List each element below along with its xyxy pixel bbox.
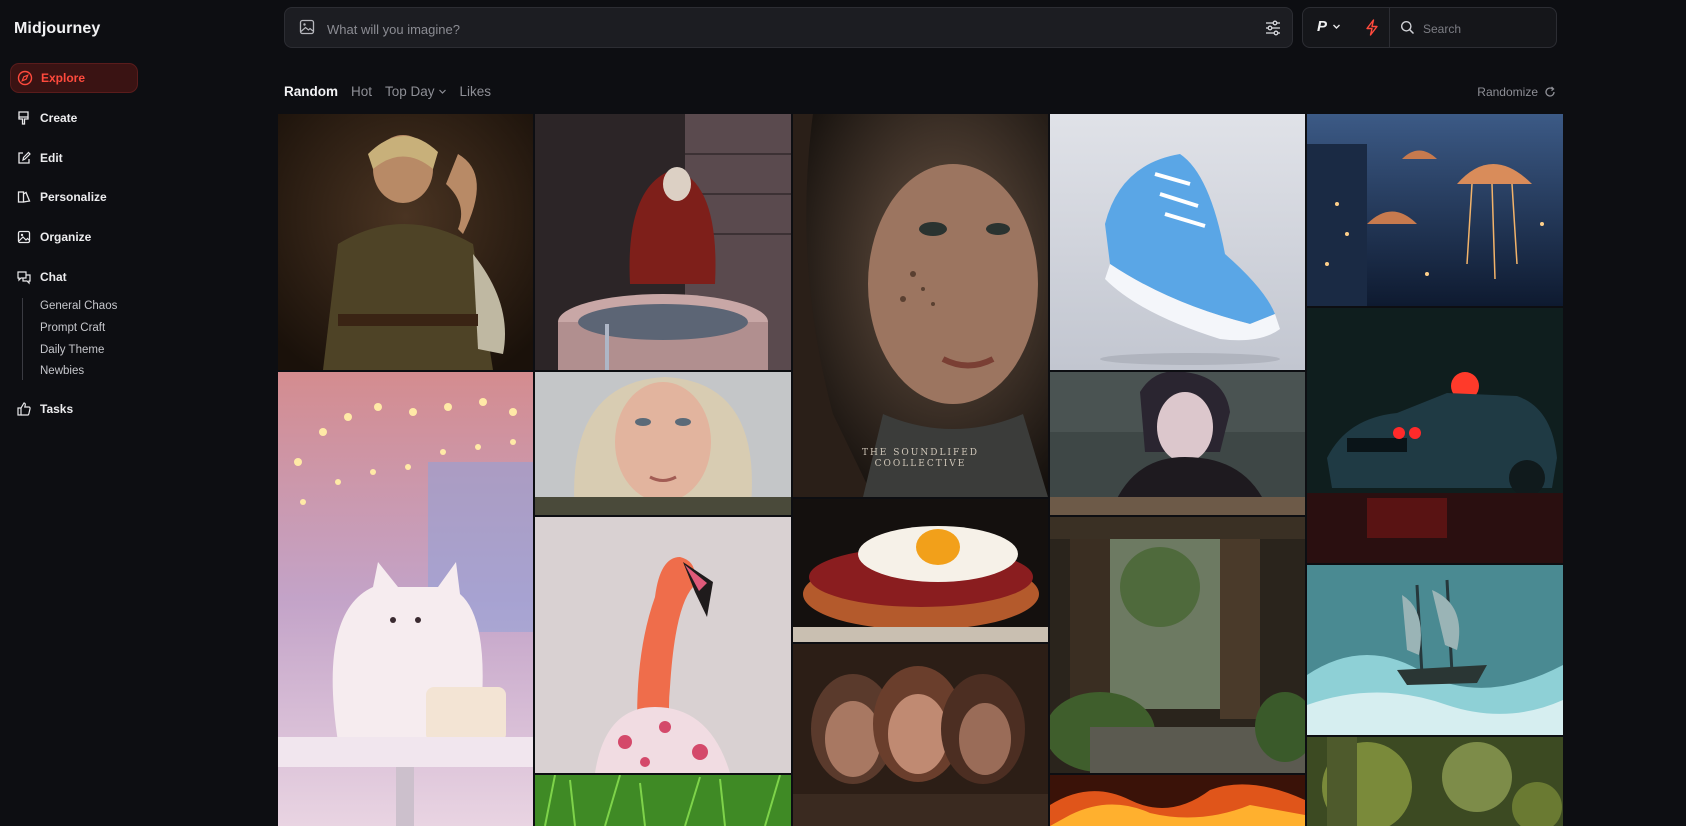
toolbar-divider [1389, 8, 1390, 47]
feed-tabs: Random Hot Top Day Likes [284, 84, 491, 99]
refresh-icon [1545, 86, 1555, 97]
tab-likes-label: Likes [459, 84, 492, 99]
sidebar: Midjourney Explore Create Edit Personali… [0, 0, 270, 826]
nav-personalize-label: Personalize [40, 190, 107, 204]
search-icon [1401, 21, 1415, 35]
gallery-image-blue-sneaker[interactable] [1050, 114, 1305, 370]
prompt-bar [284, 7, 1293, 48]
tab-likes[interactable]: Likes [460, 84, 492, 99]
gallery-image-green-grass[interactable] [535, 775, 791, 826]
pencil-square-icon [18, 151, 31, 164]
nav-personalize[interactable]: Personalize [10, 182, 138, 212]
paintbrush-icon [18, 111, 29, 125]
nav-organize-label: Organize [40, 230, 92, 244]
palette-icon [17, 191, 31, 203]
nav-edit[interactable]: Edit [10, 143, 138, 173]
gallery-image-lava[interactable] [1050, 775, 1305, 826]
nav-tasks-label: Tasks [40, 402, 74, 416]
gallery-image-mossy-forest[interactable] [1307, 737, 1563, 826]
lightning-bolt-icon[interactable] [1365, 19, 1379, 36]
profile-dropdown[interactable]: P [1317, 18, 1341, 35]
overlay-caption-line1: THE SOUNDLIFED [861, 448, 980, 458]
chat-rooms-list: General Chaos Prompt Craft Daily Theme N… [22, 298, 117, 380]
gallery-image-flamingo[interactable] [535, 517, 791, 773]
image-icon [17, 230, 31, 244]
tab-hot-label: Hot [351, 84, 373, 99]
profile-label: P [1317, 18, 1328, 35]
gallery-image-gothic-girl[interactable] [1050, 372, 1305, 515]
chat-room-newbies[interactable]: Newbies [40, 365, 84, 377]
chevron-down-icon [1333, 24, 1341, 29]
gallery-image-night-car[interactable] [1307, 308, 1563, 563]
tab-top-day-label: Top Day [385, 84, 435, 99]
nav-edit-label: Edit [40, 151, 63, 165]
tab-top-day[interactable]: Top Day [385, 84, 447, 99]
image-upload-icon[interactable] [299, 19, 315, 35]
gallery-image-jellyfish-city[interactable] [1307, 114, 1563, 306]
chat-room-daily-theme[interactable]: Daily Theme [40, 344, 104, 356]
nav-tasks[interactable]: Tasks [10, 394, 138, 424]
app-logo[interactable]: Midjourney [14, 20, 100, 38]
gallery-image-medieval-peasant[interactable] [278, 114, 533, 370]
nav-create[interactable]: Create [10, 103, 138, 133]
gallery-image-ship-storm[interactable] [1307, 565, 1563, 735]
gallery-image-cozy-cafe-cat[interactable] [278, 372, 533, 826]
nav-organize[interactable]: Organize [10, 222, 138, 252]
tab-random-label: Random [284, 84, 338, 99]
nav-explore-label: Explore [41, 71, 86, 85]
overlay-caption-line2: COOLLECTIVE [874, 459, 967, 469]
gallery-image-egg-sandwich[interactable] [793, 499, 1048, 642]
randomize-button[interactable]: Randomize [1477, 85, 1556, 99]
search-input[interactable] [1421, 18, 1550, 40]
tab-hot[interactable]: Hot [351, 84, 372, 99]
sliders-settings-icon[interactable] [1264, 19, 1282, 37]
nav-explore[interactable]: Explore [10, 63, 138, 93]
gallery-image-three-women[interactable] [793, 644, 1048, 826]
nav-chat[interactable]: Chat [10, 262, 138, 292]
nav-chat-label: Chat [40, 270, 67, 284]
chat-room-prompt-craft[interactable]: Prompt Craft [40, 322, 105, 334]
tab-random[interactable]: Random [284, 84, 338, 99]
chevron-down-icon [438, 89, 446, 94]
chat-room-general-chaos[interactable]: General Chaos [40, 300, 117, 312]
randomize-label: Randomize [1477, 85, 1538, 99]
compass-icon [17, 70, 33, 86]
gallery-image-dirty-face-woman[interactable]: THE SOUNDLIFED COOLLECTIVE [793, 114, 1048, 497]
chat-bubbles-icon [17, 271, 31, 285]
image-overlay-caption: THE SOUNDLIFED COOLLECTIVE [793, 448, 1048, 470]
prompt-input[interactable] [325, 17, 1229, 41]
gallery-image-asian-courtyard[interactable] [1050, 517, 1305, 773]
gallery-image-skeleton-fountain[interactable] [535, 114, 791, 370]
thumbs-up-icon [17, 402, 31, 416]
gallery-image-braided-blonde[interactable] [535, 372, 791, 515]
nav-create-label: Create [40, 111, 78, 125]
top-right-controls: P [1302, 7, 1557, 48]
